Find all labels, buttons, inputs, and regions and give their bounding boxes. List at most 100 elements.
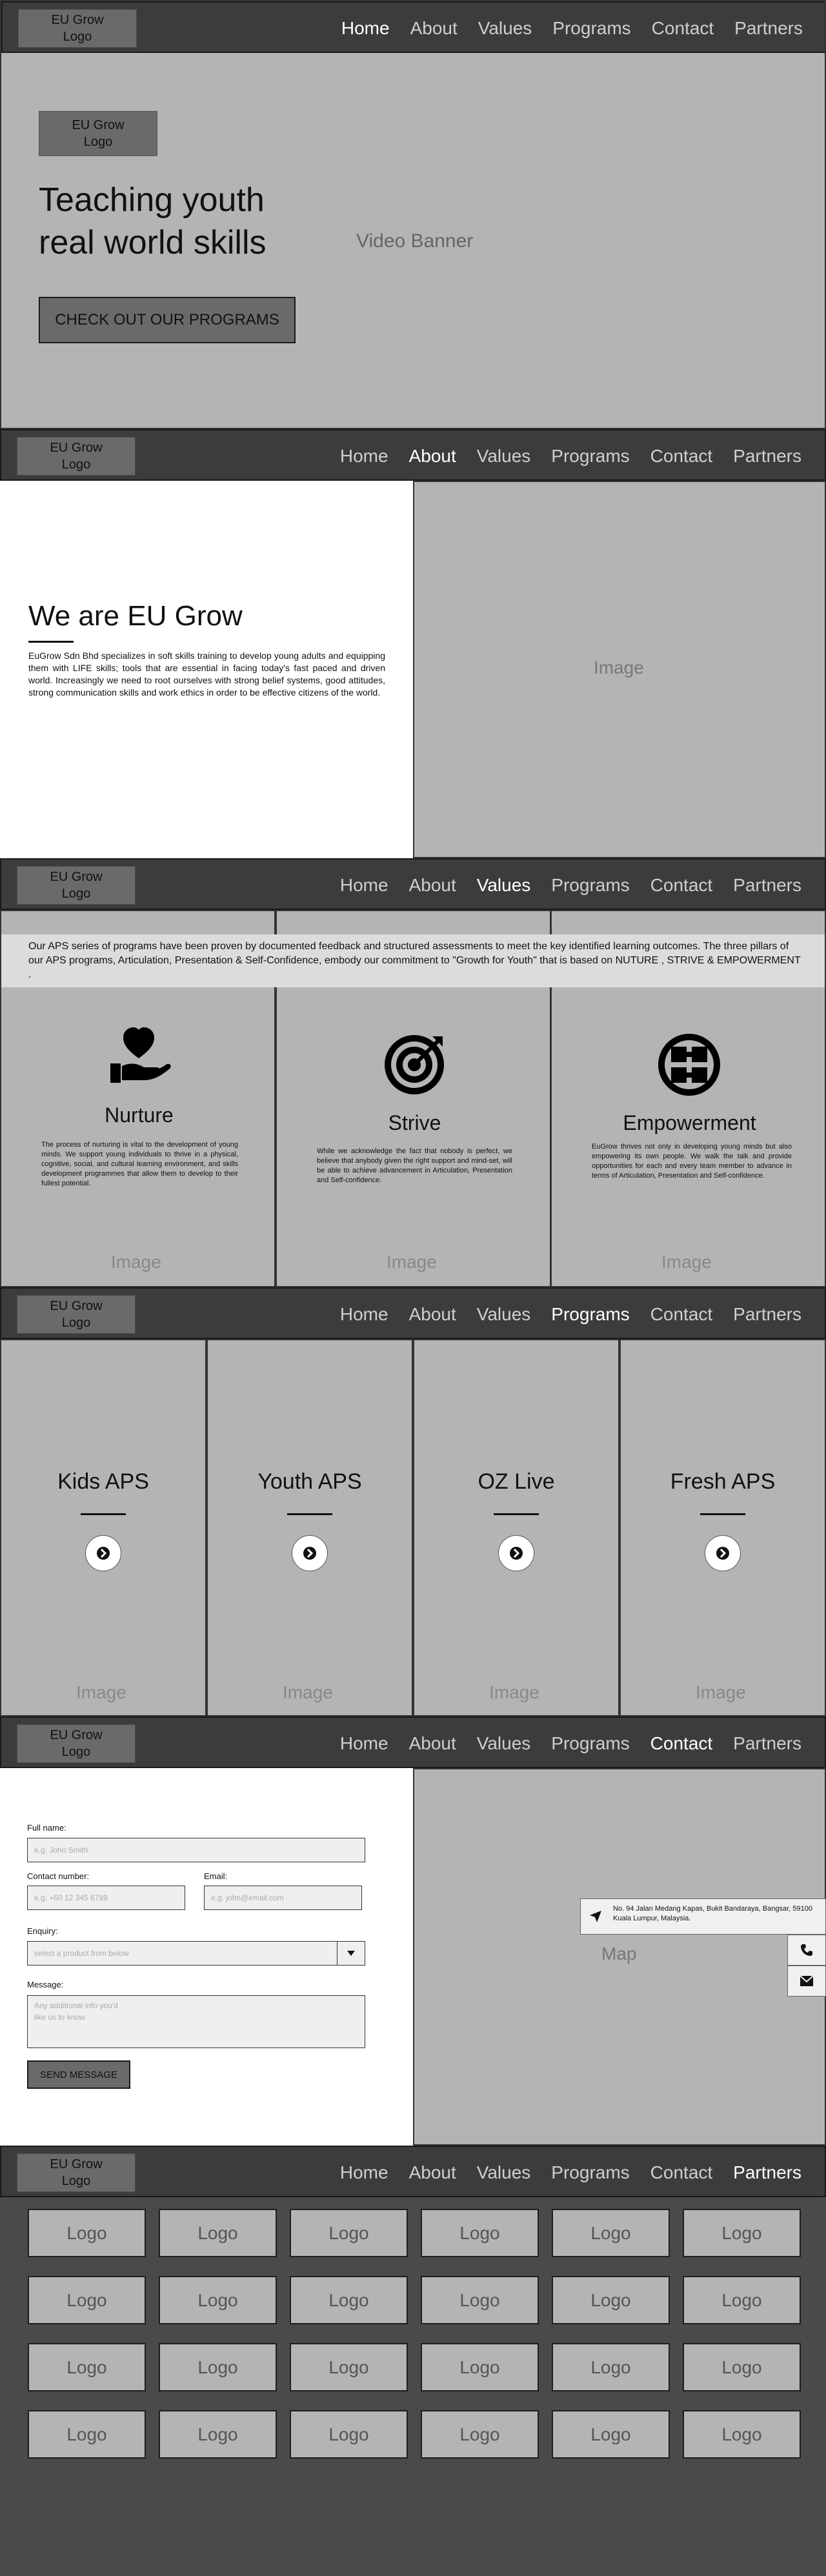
nav-link-values[interactable]: Values [477,875,531,896]
partner-logo[interactable]: Logo [552,2343,670,2391]
enquiry-select[interactable]: select a product from below [27,1941,338,1966]
nav-link-contact[interactable]: Contact [650,2162,713,2183]
value-image-label: Image [387,1252,437,1272]
nav-link-partners[interactable]: Partners [733,875,801,896]
nav-link-partners[interactable]: Partners [733,1733,801,1754]
nav-link-programs[interactable]: Programs [551,875,629,896]
nav-link-contact[interactable]: Contact [650,875,713,896]
partner-logo[interactable]: Logo [159,2276,277,2324]
program-card-oz-live[interactable]: OZ Live Image [413,1339,620,1716]
value-title: Empowerment [623,1111,756,1134]
partner-logo[interactable]: Logo [683,2410,801,2459]
nav-logo[interactable]: EU Grow Logo [17,437,136,476]
nav-link-values[interactable]: Values [477,1733,531,1754]
phone-icon[interactable] [787,1935,826,1966]
partner-logo[interactable]: Logo [28,2209,146,2257]
partner-logo[interactable]: Logo [28,2410,146,2459]
nav-link-partners[interactable]: Partners [734,18,803,39]
nav-link-values[interactable]: Values [477,1304,531,1325]
program-image-label: Image [283,1682,333,1702]
nav-link-partners[interactable]: Partners [733,446,801,467]
mail-icon[interactable] [787,1966,826,1997]
program-card-youth-aps[interactable]: Youth APS Image [206,1339,413,1716]
partner-logo[interactable]: Logo [552,2276,670,2324]
email-field[interactable]: e.g. john@email.com [204,1886,362,1910]
chevron-right-icon[interactable] [705,1535,741,1571]
partner-logo[interactable]: Logo [159,2410,277,2459]
video-banner-label: Video Banner [356,230,474,252]
hands-circle-icon [657,1032,721,1097]
nav-link-values[interactable]: Values [477,2162,531,2183]
partner-logo[interactable]: Logo [28,2276,146,2324]
partner-logo[interactable]: Logo [421,2276,539,2324]
partner-logo[interactable]: Logo [28,2343,146,2391]
partner-logo[interactable]: Logo [683,2209,801,2257]
partner-logo[interactable]: Logo [421,2343,539,2391]
program-image-label: Image [696,1682,746,1702]
nav-logo[interactable]: EU Grow Logo [17,2153,136,2192]
message-textarea[interactable]: Any additional info you'd like us to kno… [27,1995,365,2048]
nav-logo[interactable]: EU Grow Logo [17,866,136,905]
partner-logo[interactable]: Logo [421,2209,539,2257]
about-image: Image [413,481,826,858]
partner-logo[interactable]: Logo [552,2209,670,2257]
nav-link-programs[interactable]: Programs [552,18,630,39]
address-card[interactable]: No. 94 Jalan Medang Kapas, Bukit Bandara… [580,1898,826,1935]
nav-logo[interactable]: EU Grow Logo [18,9,137,48]
nav-links: Home About Values Programs Contact Partn… [341,3,803,54]
nav-link-contact[interactable]: Contact [650,1733,713,1754]
nav-link-partners[interactable]: Partners [733,1304,801,1325]
partner-logo[interactable]: Logo [290,2209,408,2257]
phone-field[interactable]: e.g. +60 12 345 6789 [27,1886,185,1910]
nav-link-home[interactable]: Home [340,446,388,467]
hero-headline-line1: Teaching youth [39,181,265,219]
partner-logo[interactable]: Logo [159,2209,277,2257]
nav-link-partners[interactable]: Partners [733,2162,801,2183]
nav-link-contact[interactable]: Contact [652,18,714,39]
check-programs-button[interactable]: CHECK OUT OUR PROGRAMS [39,297,296,343]
nav-link-contact[interactable]: Contact [650,446,713,467]
nav-link-programs[interactable]: Programs [551,446,629,467]
nav-logo[interactable]: EU Grow Logo [17,1295,136,1334]
partner-logo[interactable]: Logo [552,2410,670,2459]
nav-link-values[interactable]: Values [478,18,532,39]
fullname-label: Full name: [27,1823,66,1833]
fullname-field[interactable]: e.g. John Smith [27,1838,365,1862]
nav-link-home[interactable]: Home [340,1304,388,1325]
chevron-right-icon[interactable] [292,1535,328,1571]
partner-logo[interactable]: Logo [159,2343,277,2391]
nav-link-about[interactable]: About [409,1733,456,1754]
nav-link-about[interactable]: About [409,446,456,467]
chevron-right-icon[interactable] [85,1535,121,1571]
nav-link-home[interactable]: Home [340,875,388,896]
nav-link-home[interactable]: Home [340,2162,388,2183]
program-title: Youth APS [257,1469,362,1494]
nav-link-about[interactable]: About [409,875,456,896]
program-image-label: Image [489,1682,539,1702]
nav-link-home[interactable]: Home [341,18,390,39]
partner-logo[interactable]: Logo [683,2343,801,2391]
partner-logo[interactable]: Logo [290,2410,408,2459]
partner-logo[interactable]: Logo [290,2276,408,2324]
nav-link-programs[interactable]: Programs [551,1304,629,1325]
partner-logo[interactable]: Logo [683,2276,801,2324]
program-card-fresh-aps[interactable]: Fresh APS Image [620,1339,826,1716]
nav-link-values[interactable]: Values [477,446,531,467]
send-message-button[interactable]: SEND MESSAGE [27,2060,130,2089]
nav-link-home[interactable]: Home [340,1733,388,1754]
partner-logo[interactable]: Logo [421,2410,539,2459]
program-card-kids-aps[interactable]: Kids APS Image [0,1339,206,1716]
partner-logo[interactable]: Logo [290,2343,408,2391]
chevron-down-icon[interactable] [337,1941,365,1966]
map-panel[interactable]: Map No. 94 Jalan Medang Kapas, Bukit Ban… [413,1768,826,2146]
program-title: Fresh APS [670,1469,776,1494]
chevron-right-icon[interactable] [498,1535,534,1571]
contact-form: Full name: e.g. John Smith Contact numbe… [0,1768,413,2146]
nav-link-about[interactable]: About [410,18,458,39]
nav-link-about[interactable]: About [409,1304,456,1325]
nav-logo[interactable]: EU Grow Logo [17,1724,136,1763]
nav-link-programs[interactable]: Programs [551,2162,629,2183]
nav-link-programs[interactable]: Programs [551,1733,629,1754]
nav-link-about[interactable]: About [409,2162,456,2183]
nav-link-contact[interactable]: Contact [650,1304,713,1325]
